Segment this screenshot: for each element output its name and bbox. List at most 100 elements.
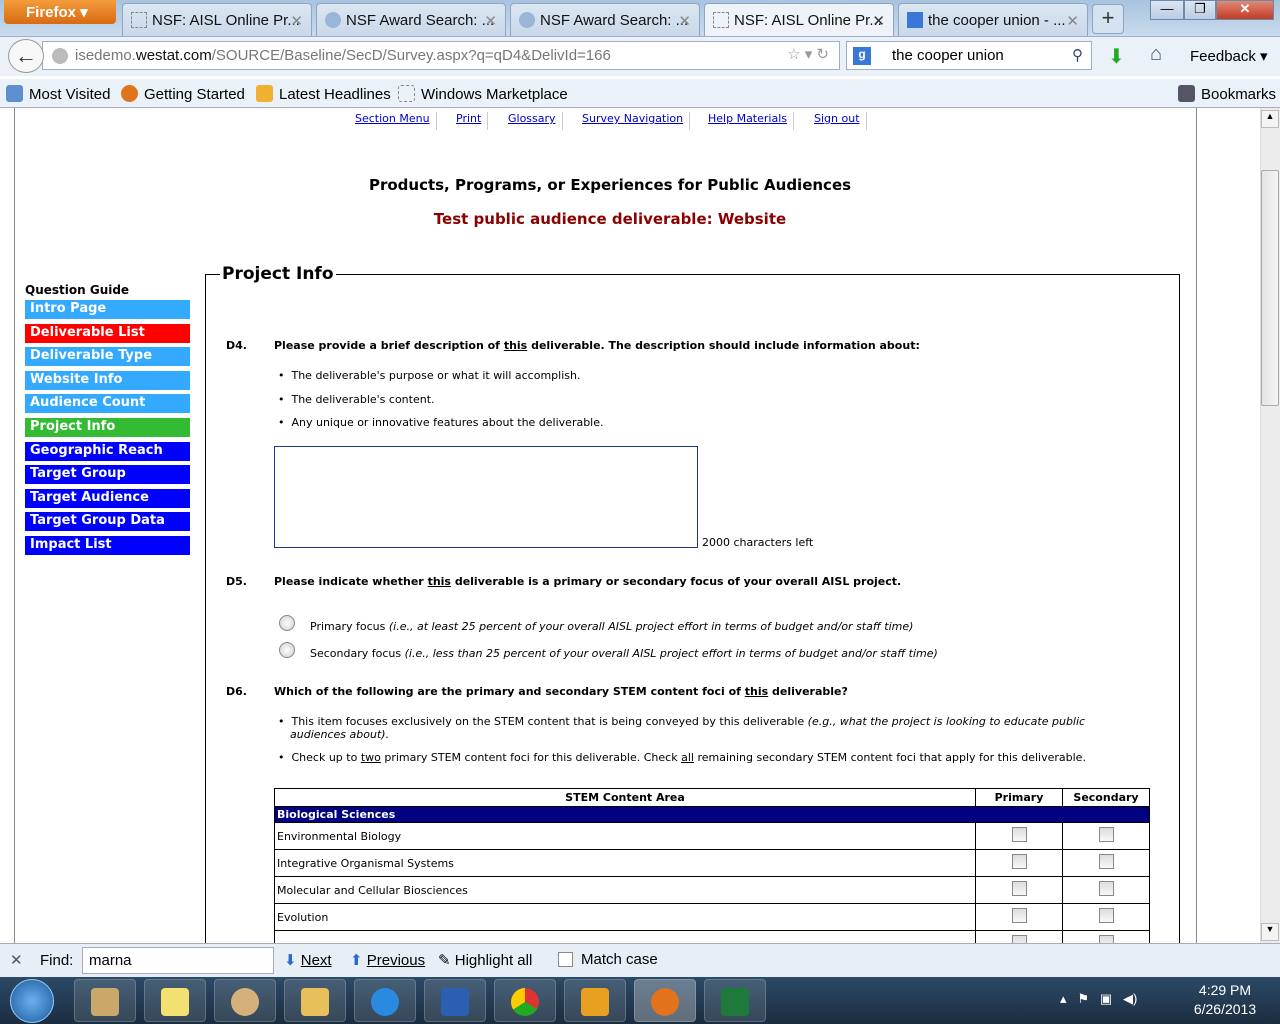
sidebar-item[interactable]: Target Group Data — [25, 512, 190, 532]
sidebar-item[interactable]: Target Audience — [25, 488, 190, 508]
taskbar-app[interactable] — [424, 979, 486, 1022]
clock-date: 6/26/2013 — [1193, 1001, 1257, 1017]
start-button[interactable] — [10, 979, 54, 1023]
taskbar-app[interactable] — [354, 979, 416, 1022]
new-tab-button[interactable]: + — [1092, 4, 1124, 34]
scroll-down-button[interactable]: ▼ — [1261, 923, 1279, 941]
secondary-checkbox[interactable] — [1098, 827, 1114, 842]
search-input[interactable]: g the cooper union ⚲ — [846, 41, 1092, 70]
firefox-menu-button[interactable]: Firefox ▾ — [4, 0, 116, 24]
sticky-notes-icon — [161, 988, 189, 1016]
scroll-up-button[interactable]: ▲ — [1261, 110, 1279, 128]
primary-focus-label[interactable]: Primary focus (i.e., at least 25 percent… — [310, 620, 913, 633]
bookmark-most-visited[interactable]: Most Visited — [6, 85, 110, 103]
minimize-button[interactable]: — — [1150, 0, 1184, 20]
link-section-menu[interactable]: Section Menu — [355, 112, 437, 130]
firefox-icon — [121, 85, 138, 102]
url-bar[interactable]: isedemo.westat.com/SOURCE/Baseline/SecD/… — [42, 41, 840, 70]
maximize-button[interactable]: ❐ — [1184, 0, 1216, 20]
back-button[interactable]: ← — [8, 39, 44, 73]
highlight-all-button[interactable]: ✎ Highlight all — [438, 951, 532, 969]
secondary-focus-label[interactable]: Secondary focus (i.e., less than 25 perc… — [310, 647, 938, 660]
tab-2[interactable]: NSF Award Search: ... ✕ — [316, 3, 506, 36]
secondary-focus-radio[interactable] — [279, 642, 295, 658]
sidebar-item[interactable]: Deliverable List — [25, 323, 190, 343]
taskbar-app[interactable] — [214, 979, 276, 1022]
bookmark-getting-started[interactable]: Getting Started — [121, 85, 245, 103]
sidebar-item[interactable]: Website Info — [25, 370, 190, 390]
link-sign-out[interactable]: Sign out — [814, 112, 867, 130]
secondary-checkbox[interactable] — [1098, 854, 1114, 869]
find-input[interactable] — [82, 947, 274, 974]
taskbar-app-active[interactable] — [634, 979, 696, 1022]
close-window-button[interactable]: ✕ — [1216, 0, 1274, 20]
home-icon[interactable]: ⌂ — [1150, 43, 1162, 66]
close-tab-icon[interactable]: ✕ — [290, 12, 303, 30]
bookmark-star-icon[interactable]: ☆ ▾ ↻ — [787, 45, 829, 63]
search-icon[interactable]: ⚲ — [1072, 46, 1083, 64]
primary-checkbox[interactable] — [1011, 854, 1027, 869]
link-print[interactable]: Print — [456, 112, 489, 130]
clock-time: 4:29 PM — [1198, 982, 1252, 998]
sidebar-item[interactable]: Impact List — [25, 536, 190, 555]
primary-checkbox[interactable] — [1011, 908, 1027, 923]
clock[interactable]: 4:29 PM 6/26/2013 — [1180, 982, 1270, 1017]
link-help-materials[interactable]: Help Materials — [708, 112, 794, 130]
sidebar-item[interactable]: Intro Page — [25, 300, 190, 319]
bookmark-windows-marketplace[interactable]: Windows Marketplace — [398, 85, 568, 103]
bookmarks-menu-button[interactable]: Bookmarks — [1178, 85, 1276, 103]
match-case-label[interactable]: Match case — [581, 951, 658, 968]
secondary-checkbox[interactable] — [1098, 908, 1114, 923]
close-tab-icon[interactable]: ✕ — [678, 12, 691, 30]
table-row: Environmental Biology — [274, 822, 1150, 850]
tab-3[interactable]: NSF Award Search: ... ✕ — [510, 3, 700, 36]
sidebar-item[interactable]: Project Info — [25, 418, 190, 437]
stem-content-table: STEM Content Area Primary Secondary Biolog… — [274, 788, 1150, 943]
close-tab-icon[interactable]: ✕ — [1066, 12, 1079, 30]
find-previous-button[interactable]: ⬆ Previous — [350, 951, 425, 969]
question-d6-text: Which of the following are the primary a… — [274, 685, 848, 698]
link-glossary[interactable]: Glossary — [508, 112, 563, 130]
secondary-checkbox[interactable] — [1098, 881, 1114, 896]
match-case-checkbox[interactable] — [558, 952, 573, 967]
description-textarea[interactable] — [274, 446, 698, 548]
taskbar-app[interactable] — [144, 979, 206, 1022]
close-tab-icon[interactable]: ✕ — [872, 12, 885, 30]
secondary-cell — [1062, 876, 1150, 904]
primary-cell — [975, 903, 1063, 931]
tab-5[interactable]: the cooper union - ... ✕ — [898, 3, 1088, 36]
download-icon[interactable]: ⬇ — [1108, 44, 1125, 69]
feedback-button[interactable]: Feedback ▾ — [1190, 47, 1268, 65]
find-bar: ✕ Find: ⬇ Next ⬆ Previous ✎ Highlight al… — [0, 943, 1280, 977]
scrollbar-thumb[interactable] — [1261, 170, 1279, 406]
tab-4-active[interactable]: NSF: AISL Online Pr... ✕ — [704, 3, 894, 36]
primary-checkbox[interactable] — [1011, 827, 1027, 842]
primary-focus-radio[interactable] — [279, 615, 295, 631]
tray-icons[interactable]: ▴ ⚑ ▣ ◀) — [1060, 991, 1137, 1007]
primary-checkbox[interactable] — [1011, 881, 1027, 896]
secondary-checkbox[interactable] — [1098, 935, 1114, 943]
find-next-button[interactable]: ⬇ Next — [284, 951, 332, 969]
taskbar-app[interactable] — [74, 979, 136, 1022]
taskbar-app[interactable] — [494, 979, 556, 1022]
tab-1[interactable]: NSF: AISL Online Pr... ✕ — [122, 3, 312, 36]
bookmark-label: Windows Marketplace — [421, 86, 568, 103]
sidebar-item[interactable]: Target Group — [25, 465, 190, 485]
firefox-menu-label: Firefox — [26, 4, 77, 21]
taskbar-app[interactable] — [564, 979, 626, 1022]
content-area-cell: Environmental Biology — [274, 822, 976, 850]
link-survey-navigation[interactable]: Survey Navigation — [582, 112, 691, 130]
taskbar-app[interactable] — [704, 979, 766, 1022]
taskbar-app[interactable] — [284, 979, 346, 1022]
q-text: Which of the following are the primary a… — [274, 685, 745, 698]
sidebar-item[interactable]: Deliverable Type — [25, 347, 190, 367]
sidebar-item[interactable]: Audience Count — [25, 394, 190, 414]
close-find-icon[interactable]: ✕ — [10, 951, 23, 969]
bookmark-latest-headlines[interactable]: Latest Headlines — [256, 85, 391, 103]
close-tab-icon[interactable]: ✕ — [484, 12, 497, 30]
primary-checkbox[interactable] — [1011, 935, 1027, 943]
tab-title: NSF Award Search: ... — [540, 12, 689, 29]
option-note: (i.e., at least 25 percent of your overa… — [388, 620, 914, 633]
sidebar-item[interactable]: Geographic Reach — [25, 441, 190, 461]
group-row: Biological Sciences — [274, 806, 1150, 823]
